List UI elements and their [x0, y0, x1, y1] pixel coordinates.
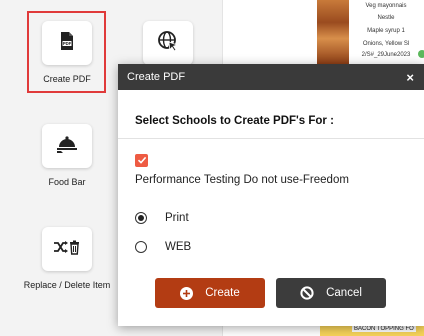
bottom-item-label: BACON TOPPING FO — [352, 326, 416, 332]
format-option-web[interactable]: WEB — [135, 241, 191, 253]
format-option-print[interactable]: Print — [135, 212, 189, 224]
create-pdf-label: Create PDF — [43, 74, 91, 84]
cancel-button-label: Cancel — [326, 287, 362, 299]
replace-delete-label: Replace / Delete Item — [23, 280, 111, 290]
globe-cursor-icon — [157, 30, 179, 57]
food-bar-label: Food Bar — [48, 177, 86, 187]
status-dot — [418, 50, 424, 58]
create-pdf-tile[interactable]: PDF Create PDF — [27, 21, 107, 84]
food-bar-tile[interactable]: Food Bar — [37, 124, 97, 187]
web-radio[interactable] — [135, 241, 147, 253]
divider — [118, 138, 424, 139]
dialog-header: Create PDF × — [118, 64, 424, 90]
print-radio[interactable] — [135, 212, 147, 224]
dialog-heading: Select Schools to Create PDF's For : — [135, 115, 334, 127]
plus-circle-icon — [180, 286, 194, 300]
create-pdf-dialog: Create PDF × Select Schools to Create PD… — [118, 64, 424, 326]
ban-icon — [300, 286, 314, 300]
print-label: Print — [165, 212, 189, 224]
close-button[interactable]: × — [406, 70, 414, 85]
item-line: Veg mayonnais — [365, 3, 407, 9]
replace-delete-tile[interactable]: Replace / Delete Item — [15, 227, 119, 290]
svg-text:PDF: PDF — [63, 41, 72, 46]
create-pdf-button[interactable]: PDF — [42, 21, 92, 65]
radio-selected-dot — [138, 215, 144, 221]
item-line: Nestle — [377, 15, 395, 21]
food-thumbnail — [317, 0, 349, 64]
shuffle-trash-icon — [53, 239, 81, 260]
web-label: WEB — [165, 241, 192, 253]
school-checkbox[interactable] — [135, 154, 148, 167]
create-button-label: Create — [205, 287, 240, 299]
replace-delete-button[interactable] — [42, 227, 92, 271]
item-line: Maple syrup 1 — [367, 28, 405, 34]
check-icon — [137, 152, 147, 170]
school-option-label: Performance Testing Do not use-Freedom — [135, 174, 349, 186]
web-button[interactable] — [143, 21, 193, 65]
web-tile[interactable] — [143, 21, 193, 65]
item-line: 2/S#_29June2023 — [361, 52, 411, 58]
dialog-title: Create PDF — [127, 71, 186, 83]
item-line: Onions, Yellow Sl — [362, 41, 410, 47]
food-bar-button[interactable] — [42, 124, 92, 168]
pdf-file-icon: PDF — [57, 31, 77, 56]
cancel-button[interactable]: Cancel — [276, 278, 386, 308]
cloche-icon — [56, 134, 78, 159]
create-button[interactable]: Create — [155, 278, 265, 308]
